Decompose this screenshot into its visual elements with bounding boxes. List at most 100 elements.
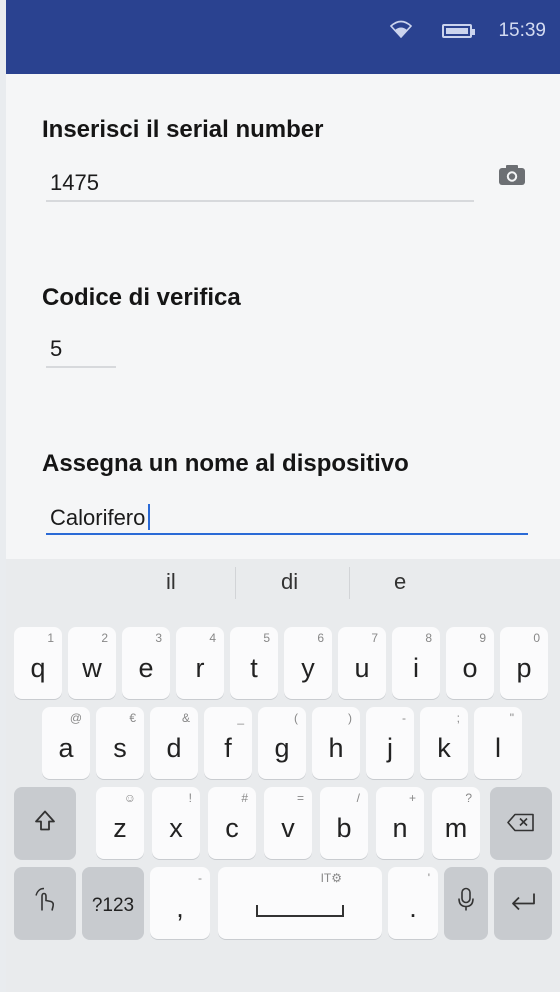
key-l[interactable]: " l xyxy=(474,707,522,779)
suggestion-3[interactable]: e xyxy=(394,569,406,595)
key-char: p xyxy=(516,653,532,683)
key-s[interactable]: € s xyxy=(96,707,144,779)
status-time: 15:39 xyxy=(498,20,546,41)
key-alt-char: 7 xyxy=(371,631,378,645)
key-i[interactable]: 8i xyxy=(392,627,440,699)
battery-icon xyxy=(442,24,475,38)
serial-underline xyxy=(46,200,474,202)
key-char: f xyxy=(224,733,232,763)
camera-icon[interactable] xyxy=(498,164,526,191)
key-alt-char: ; xyxy=(456,711,460,725)
device-name-input[interactable]: Calorifero xyxy=(50,504,151,531)
key-char: a xyxy=(58,733,74,763)
key-b[interactable]: / b xyxy=(320,787,368,859)
microphone-key[interactable] xyxy=(444,867,488,939)
key-k[interactable]: ; k xyxy=(420,707,468,779)
key-d[interactable]: & d xyxy=(150,707,198,779)
key-alt-char: & xyxy=(181,711,190,725)
key-alt-char: - xyxy=(402,711,406,725)
key-j[interactable]: -j xyxy=(366,707,414,779)
key-r[interactable]: 4r xyxy=(176,627,224,699)
space-key[interactable]: IT⚙ xyxy=(218,867,382,939)
key-v[interactable]: = v xyxy=(264,787,312,859)
key-p[interactable]: 0p xyxy=(500,627,548,699)
key-alt-char: = xyxy=(296,791,304,805)
key-alt-char: + xyxy=(408,791,416,805)
phone-screen: 15:39 Inserisci il serial number 1475 Co… xyxy=(6,0,560,992)
key-alt-char: ? xyxy=(465,791,472,805)
verify-underline xyxy=(46,366,116,368)
key-alt-char: 4 xyxy=(209,631,216,645)
key-alt-char: € xyxy=(129,711,136,725)
key-n[interactable]: + n xyxy=(376,787,424,859)
key-alt-char: ☺ xyxy=(123,791,136,805)
key-alt-char: # xyxy=(241,791,248,805)
key-char: m xyxy=(444,813,468,843)
key-g[interactable]: (g xyxy=(258,707,306,779)
key-alt-char: 8 xyxy=(425,631,432,645)
symbols-key[interactable]: ?123 xyxy=(82,867,144,939)
device-form: Inserisci il serial number 1475 Codice d… xyxy=(6,74,560,559)
key-char: u xyxy=(354,653,370,683)
verify-label: Codice di verifica xyxy=(42,284,241,311)
key-char: b xyxy=(336,813,352,843)
key-char: v xyxy=(281,813,295,843)
verify-input[interactable]: 5 xyxy=(50,336,62,362)
key-z[interactable]: ☺ z xyxy=(96,787,144,859)
key-char: y xyxy=(301,653,315,683)
key-alt-char: " xyxy=(509,711,514,725)
enter-key[interactable] xyxy=(494,867,552,939)
gesture-icon xyxy=(33,887,57,920)
key-alt-char: 3 xyxy=(155,631,162,645)
suggestion-2[interactable]: di xyxy=(281,569,298,595)
space-icon xyxy=(256,905,344,917)
key-x[interactable]: ! x xyxy=(152,787,200,859)
key-char: i xyxy=(413,653,419,683)
key-alt-char: _ xyxy=(237,711,244,725)
key-t[interactable]: 5t xyxy=(230,627,278,699)
key-char: g xyxy=(274,733,290,763)
key-q[interactable]: 1q xyxy=(14,627,62,699)
device-name-value: Calorifero xyxy=(50,505,146,530)
key-char: w xyxy=(82,653,102,683)
key-char: z xyxy=(113,813,127,843)
backspace-key[interactable] xyxy=(490,787,552,859)
status-bar: 15:39 xyxy=(6,0,560,75)
keyboard: il di e 1q2w3e4r5t6y7u8i9o0p @ a € s & d _ f(g)… xyxy=(6,559,560,992)
suggestion-1[interactable]: il xyxy=(166,569,176,595)
key-o[interactable]: 9o xyxy=(446,627,494,699)
key-e[interactable]: 3e xyxy=(122,627,170,699)
key-char: k xyxy=(437,733,451,763)
text-caret xyxy=(148,504,151,530)
key-f[interactable]: _ f xyxy=(204,707,252,779)
key-c[interactable]: # c xyxy=(208,787,256,859)
shift-icon xyxy=(34,808,56,839)
suggestion-divider xyxy=(349,567,350,599)
gesture-key[interactable] xyxy=(14,867,76,939)
key-char: r xyxy=(195,653,205,683)
key-m[interactable]: ? m xyxy=(432,787,480,859)
key-w[interactable]: 2w xyxy=(68,627,116,699)
language-indicator: IT⚙ xyxy=(320,871,342,885)
serial-input[interactable]: 1475 xyxy=(50,170,99,196)
key-alt-char: / xyxy=(356,791,360,805)
key-char: x xyxy=(169,813,183,843)
key-alt-char: ! xyxy=(188,791,192,805)
key-alt-char: @ xyxy=(69,711,82,725)
key-a[interactable]: @ a xyxy=(42,707,90,779)
key-h[interactable]: ) h xyxy=(312,707,360,779)
shift-key[interactable] xyxy=(14,787,76,859)
device-name-underline xyxy=(46,533,528,535)
comma-key[interactable]: - , xyxy=(150,867,210,939)
key-alt-char: 6 xyxy=(317,631,324,645)
key-u[interactable]: 7u xyxy=(338,627,386,699)
key-y[interactable]: 6y xyxy=(284,627,332,699)
key-char: h xyxy=(328,733,344,763)
key-char: j xyxy=(387,733,393,763)
enter-icon xyxy=(509,888,537,919)
key-char: n xyxy=(392,813,408,843)
microphone-icon xyxy=(458,887,474,919)
key-alt-char: 9 xyxy=(479,631,486,645)
period-key[interactable]: ' . xyxy=(388,867,438,939)
key-alt-char: ( xyxy=(294,711,298,725)
